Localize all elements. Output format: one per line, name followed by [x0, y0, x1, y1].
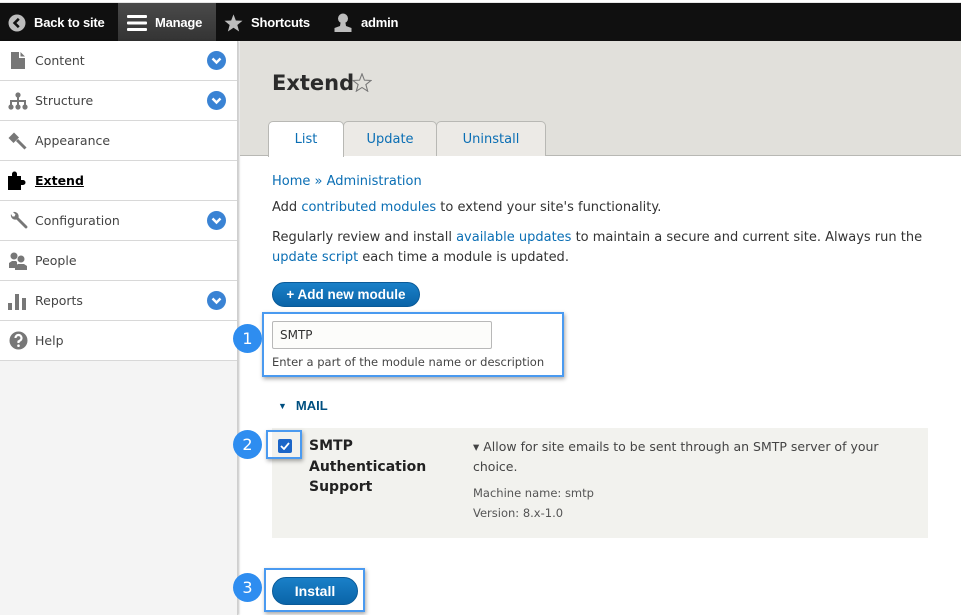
- admin-sidebar: Content Structure Appearance Extend Conf…: [0, 41, 238, 615]
- question-icon: [8, 331, 28, 351]
- tabs: List Update Uninstall: [268, 121, 546, 157]
- chevron-down-icon[interactable]: [207, 91, 226, 110]
- sidebar-item-label: Configuration: [35, 213, 120, 228]
- update-script-link[interactable]: update script: [272, 250, 358, 265]
- puzzle-icon: [8, 171, 28, 191]
- breadcrumb-home-link[interactable]: Home: [272, 174, 310, 189]
- mail-group-toggle[interactable]: ▼ MAIL: [278, 398, 328, 413]
- bar-chart-icon: [8, 291, 28, 311]
- step-2-badge: 2: [233, 430, 262, 459]
- sidebar-item-extend[interactable]: Extend: [0, 161, 237, 201]
- breadcrumb-separator: »: [310, 174, 327, 189]
- sidebar-item-label: Reports: [35, 293, 83, 308]
- sidebar-item-configuration[interactable]: Configuration: [0, 201, 237, 241]
- sidebar-item-people[interactable]: People: [0, 241, 237, 281]
- mail-group-label: MAIL: [295, 398, 328, 413]
- chevron-left-circle-icon: [8, 14, 26, 32]
- updates-text: Regularly review and install: [272, 230, 457, 245]
- updates-text: each time a module is updated.: [358, 250, 569, 265]
- updates-text: to maintain a secure and current site. A…: [571, 230, 923, 245]
- manage-tab[interactable]: Manage: [118, 3, 216, 42]
- updates-paragraph: Regularly review and install available u…: [272, 228, 932, 268]
- install-button[interactable]: Install: [272, 577, 358, 605]
- page-title: Extend: [272, 71, 355, 95]
- filter-description: Enter a part of the module name or descr…: [272, 355, 545, 369]
- sidebar-item-label: Structure: [35, 93, 94, 108]
- module-version: Version: 8.x-1.0: [473, 506, 564, 520]
- file-icon: [8, 51, 28, 71]
- paintbrush-icon: [8, 131, 28, 151]
- tab-uninstall[interactable]: Uninstall: [436, 121, 546, 156]
- module-machine-name: Machine name: smtp: [473, 486, 594, 500]
- sidebar-item-structure[interactable]: Structure: [0, 81, 237, 121]
- star-icon: [224, 13, 243, 32]
- sidebar-item-label: Content: [35, 53, 85, 68]
- manage-label: Manage: [155, 15, 203, 30]
- sidebar-item-content[interactable]: Content: [0, 41, 237, 81]
- people-icon: [8, 251, 28, 271]
- checkmark-icon: [280, 442, 290, 450]
- sitemap-icon: [8, 91, 28, 111]
- chevron-down-icon[interactable]: [207, 291, 226, 310]
- shortcut-star-icon[interactable]: [351, 72, 373, 96]
- chevron-down-icon[interactable]: [207, 211, 226, 230]
- wrench-icon: [8, 211, 28, 231]
- hamburger-menu-icon: [127, 14, 147, 31]
- module-description-toggle[interactable]: ▾ Allow for site emails to be sent throu…: [473, 437, 913, 477]
- breadcrumb-administration-link[interactable]: Administration: [327, 174, 422, 189]
- shortcuts-label: Shortcuts: [251, 15, 310, 30]
- intro-text: to extend your site's functionality.: [436, 200, 662, 215]
- contributed-modules-link[interactable]: contributed modules: [301, 200, 436, 215]
- module-enable-checkbox[interactable]: [278, 439, 292, 453]
- back-to-site-label: Back to site: [34, 15, 105, 30]
- tab-list[interactable]: List: [268, 121, 344, 157]
- chevron-down-icon[interactable]: [207, 51, 226, 70]
- step-1-badge: 1: [233, 324, 262, 353]
- available-updates-link[interactable]: available updates: [456, 230, 571, 245]
- sidebar-item-label: Help: [35, 333, 64, 348]
- add-new-module-button[interactable]: + Add new module: [272, 282, 420, 307]
- back-to-site-link[interactable]: Back to site: [8, 3, 105, 42]
- sidebar-item-label: Appearance: [35, 133, 111, 148]
- sidebar-item-help[interactable]: Help: [0, 321, 237, 361]
- module-name: SMTP Authentication Support: [309, 438, 427, 495]
- module-filter-input[interactable]: [272, 321, 492, 349]
- intro-paragraph: Add contributed modules to extend your s…: [272, 198, 661, 218]
- page-header: Extend List Update Uninstall: [240, 41, 961, 157]
- step-3-badge: 3: [233, 573, 262, 602]
- user-tab[interactable]: admin: [334, 3, 398, 42]
- user-label: admin: [361, 15, 399, 30]
- breadcrumb: Home » Administration: [272, 174, 422, 189]
- tab-update[interactable]: Update: [343, 121, 437, 156]
- user-icon: [334, 13, 352, 32]
- admin-toolbar: Back to site Manage Shortcuts admin: [0, 2, 961, 42]
- sidebar-item-reports[interactable]: Reports: [0, 281, 237, 321]
- shortcuts-tab[interactable]: Shortcuts: [224, 3, 310, 42]
- sidebar-item-label: People: [35, 253, 77, 268]
- triangle-down-icon: ▼: [278, 400, 287, 411]
- intro-text: Add: [272, 200, 302, 215]
- sidebar-item-appearance[interactable]: Appearance: [0, 121, 237, 161]
- sidebar-item-label: Extend: [35, 173, 84, 188]
